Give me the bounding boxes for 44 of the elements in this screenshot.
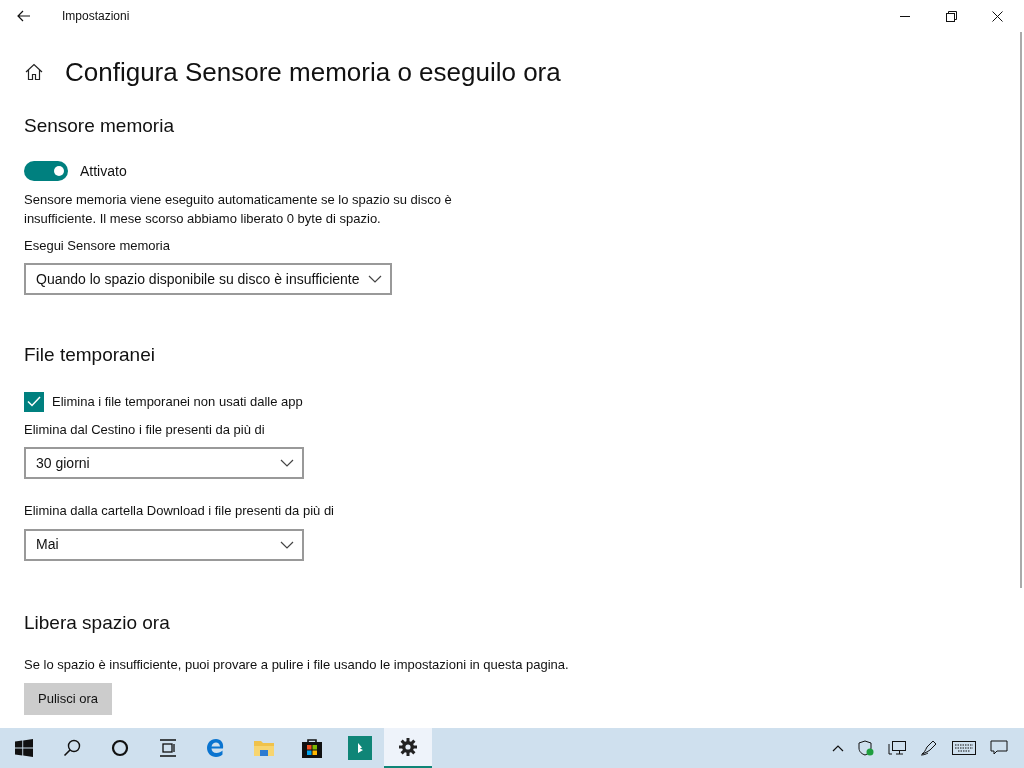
pen-icon[interactable] xyxy=(920,740,938,756)
dropdown[interactable]: Quando lo spazio disponibile su disco è insufficiente xyxy=(24,263,392,295)
checkbox-label: Elimina i file temporanei non usati dalle app xyxy=(52,392,303,411)
section-heading: Sensore memoria xyxy=(24,114,174,138)
folder-icon xyxy=(253,738,275,758)
section-heading: File temporanei xyxy=(24,343,155,367)
chevron-up-icon[interactable] xyxy=(832,744,844,752)
checkbox[interactable] xyxy=(24,391,44,412)
windows-logo-icon xyxy=(15,739,33,757)
keyboard-icon[interactable] xyxy=(952,741,976,755)
chevron-down-icon xyxy=(280,459,294,467)
gear-icon xyxy=(398,737,418,757)
home-button[interactable] xyxy=(24,62,44,82)
shield-icon[interactable] xyxy=(858,740,874,756)
window-title: Impostazioni xyxy=(62,8,130,25)
back-arrow-icon xyxy=(17,10,31,22)
dropdown[interactable]: 30 giorni xyxy=(24,447,304,479)
toggle-switch[interactable] xyxy=(24,161,68,181)
network-icon[interactable] xyxy=(888,740,906,756)
home-icon xyxy=(25,63,43,81)
field-label: Elimina dal Cestino i file presenti da più di xyxy=(24,420,265,439)
restore-icon xyxy=(945,10,957,22)
circle-icon xyxy=(111,739,129,757)
close-icon xyxy=(991,10,1003,22)
clean-now-button[interactable]: Pulisci ora xyxy=(24,682,112,715)
section-heading: Libera spazio ora xyxy=(24,610,170,635)
dropdown[interactable]: Mai xyxy=(24,528,304,561)
shopping-bag-icon xyxy=(301,737,323,759)
page-title: Configura Sensore memoria o eseguilo ora xyxy=(65,55,561,89)
checkmark-icon xyxy=(27,396,41,407)
description-text: Se lo spazio è insufficiente, puoi provare a pulire i file usando le impostazioni in questa pagina. xyxy=(24,656,569,674)
description-text: Sensore memoria viene eseguito automaticamente se lo spazio su disco è insufficiente. Il mese scorso abbiamo liberato 0 byte di spazio. xyxy=(24,190,453,228)
notification-icon[interactable] xyxy=(990,740,1008,756)
app-tile-icon xyxy=(348,736,372,760)
search-icon xyxy=(63,739,81,757)
field-label: Esegui Sensore memoria xyxy=(24,236,170,255)
field-label: Elimina dalla cartella Download i file presenti da più di xyxy=(24,502,334,520)
chevron-down-icon xyxy=(280,540,294,549)
task-view-icon xyxy=(159,739,177,757)
minimize-icon xyxy=(900,15,910,17)
chevron-down-icon xyxy=(368,275,382,283)
taskbar-button[interactable] xyxy=(384,728,432,768)
scrollbar[interactable] xyxy=(1020,32,1022,588)
toggle-label: Attivato xyxy=(80,161,127,181)
